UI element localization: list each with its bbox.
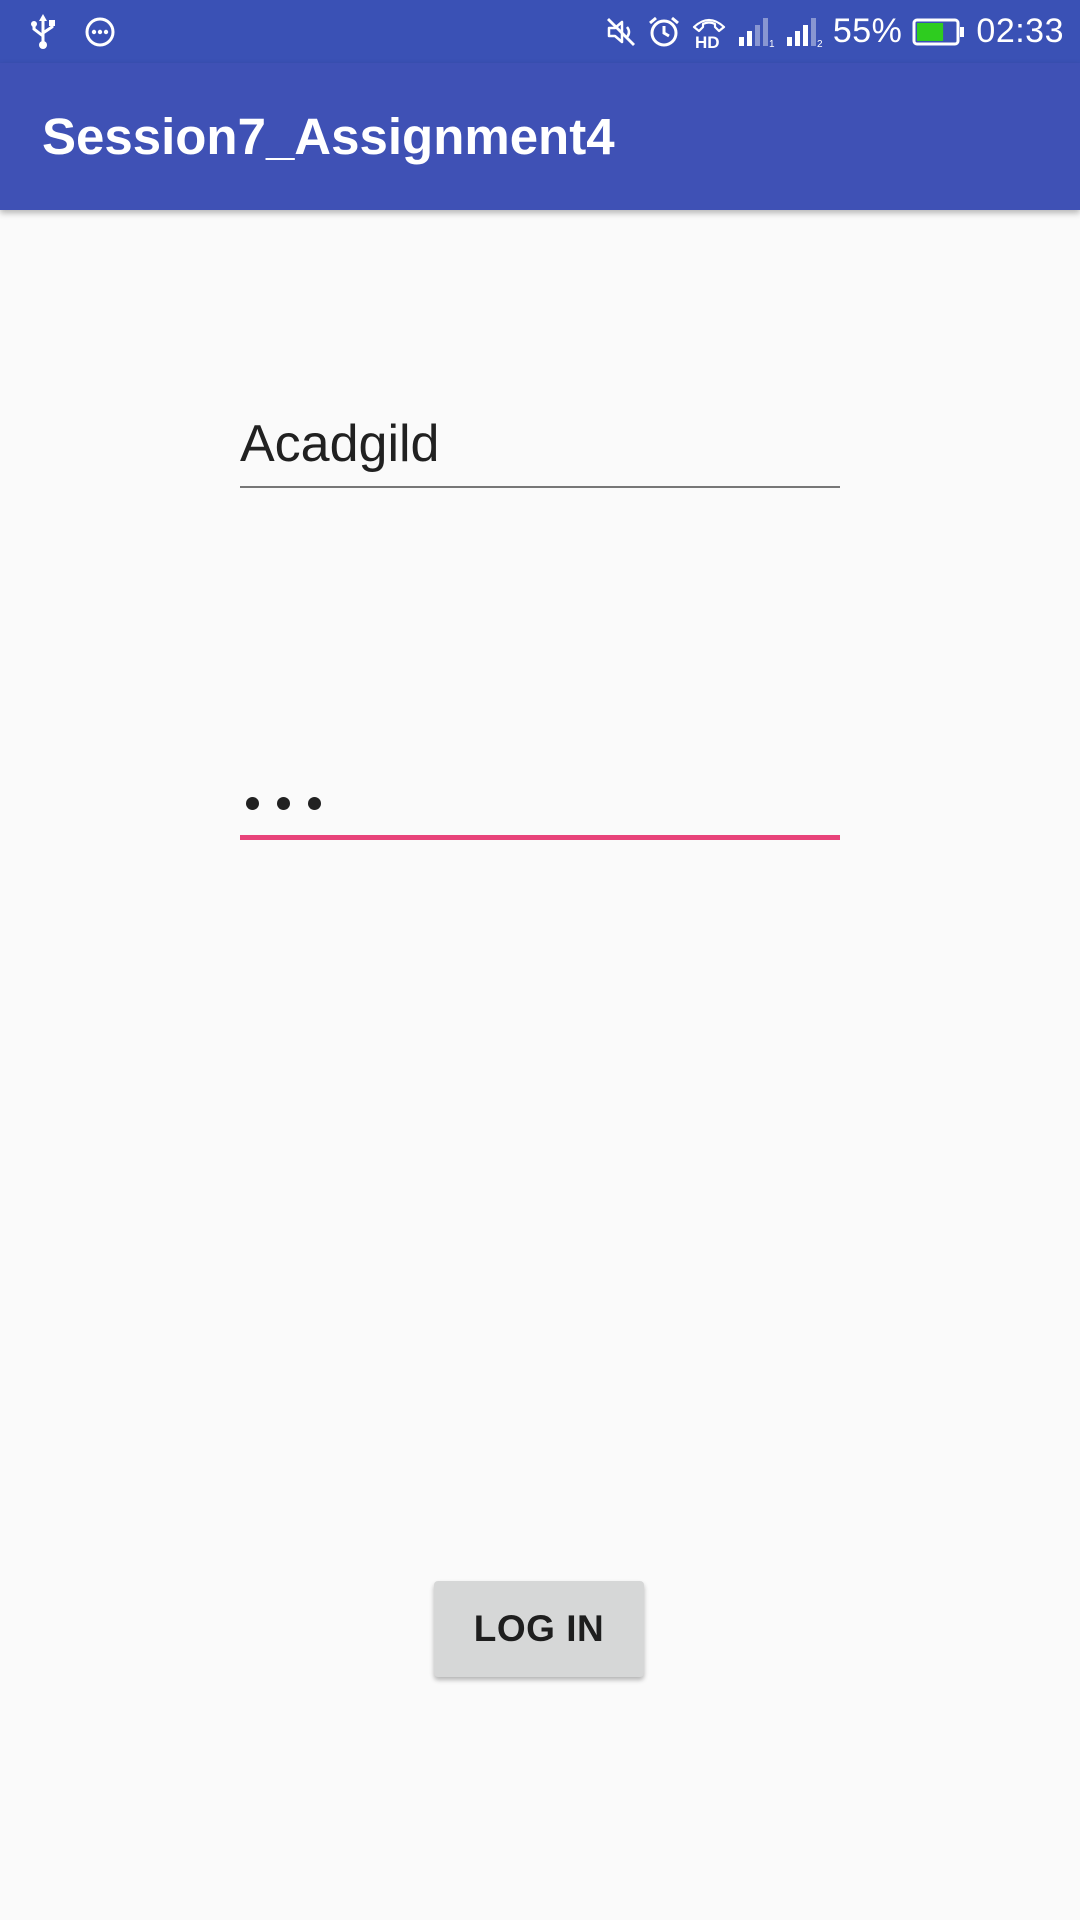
clock: 02:33 <box>976 12 1064 50</box>
password-masked-value <box>246 797 321 810</box>
svg-text:1: 1 <box>769 39 775 48</box>
status-bar: HD 1 2 55% 02:33 <box>0 0 1080 63</box>
signal-icon: 2 <box>786 17 823 48</box>
mute-icon <box>606 17 635 46</box>
password-field[interactable] <box>240 745 840 840</box>
username-underline <box>240 486 840 488</box>
status-bar-right: HD 1 2 55% 02:33 <box>605 0 1064 63</box>
hd-call-icon: HD <box>692 18 725 49</box>
password-dot <box>277 797 290 810</box>
more-dots-icon <box>85 17 115 46</box>
network-label: HD <box>695 33 720 49</box>
password-dot <box>308 797 321 810</box>
signal-icon: 1 <box>738 17 775 48</box>
usb-icon <box>31 13 55 49</box>
password-underline <box>240 835 840 840</box>
app-title: Session7_Assignment4 <box>42 108 615 165</box>
login-button[interactable]: LOG IN <box>434 1581 644 1677</box>
username-field[interactable]: Acadgild <box>240 395 840 488</box>
alarm-icon <box>648 16 679 46</box>
status-bar-left <box>28 0 116 63</box>
svg-text:2: 2 <box>817 39 823 48</box>
app-bar: Session7_Assignment4 <box>0 63 1080 210</box>
username-value: Acadgild <box>240 415 440 473</box>
battery-icon <box>912 18 965 45</box>
password-dot <box>246 797 259 810</box>
battery-percent: 55% <box>832 12 903 50</box>
